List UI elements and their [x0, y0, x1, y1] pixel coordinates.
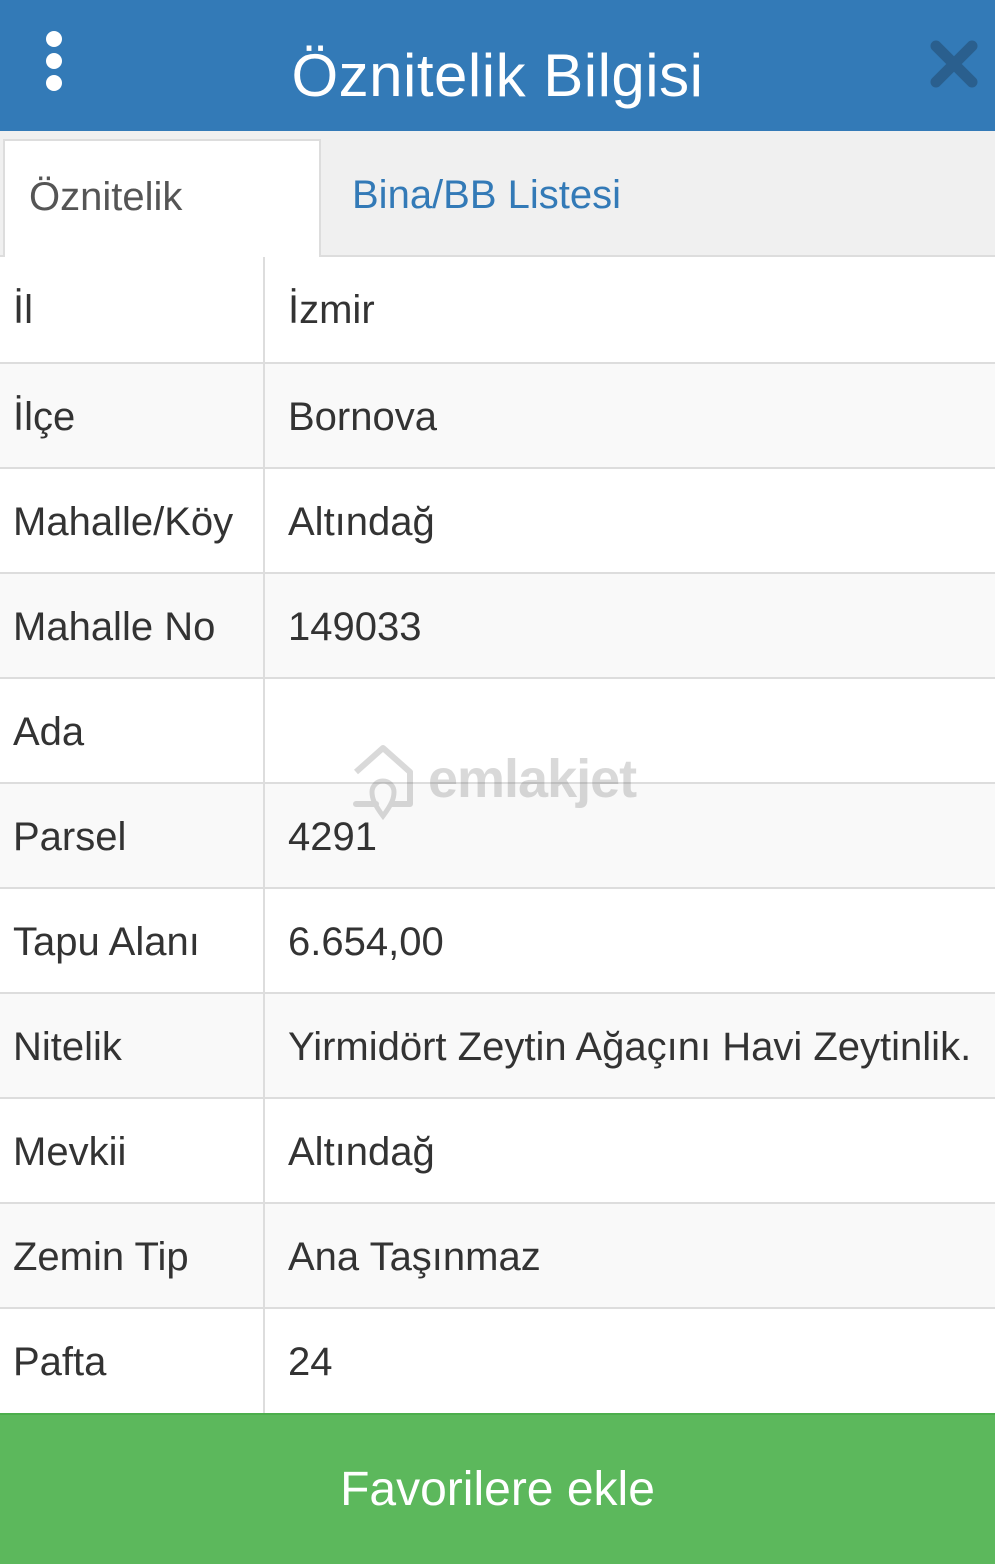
- close-icon[interactable]: [928, 38, 980, 90]
- row-label: İlçe: [13, 395, 76, 439]
- row-label: Nitelik: [13, 1025, 122, 1069]
- row-label: Mahalle/Köy: [13, 500, 234, 544]
- column-divider: [263, 469, 265, 574]
- table-row: Pafta 24: [0, 1307, 995, 1414]
- row-value: İzmir: [288, 288, 375, 332]
- row-value: Altındağ: [288, 1130, 435, 1174]
- column-divider: [263, 257, 265, 362]
- table-row: Parsel 4291: [0, 782, 995, 889]
- table-row: Ada: [0, 677, 995, 784]
- table-row: İlçe Bornova: [0, 362, 995, 469]
- row-label: Parsel: [13, 815, 127, 859]
- row-value: Ana Taşınmaz: [288, 1235, 541, 1279]
- row-value: 149033: [288, 605, 422, 649]
- column-divider: [263, 1099, 265, 1204]
- row-label: Pafta: [13, 1340, 107, 1384]
- tab-bina-bb-listesi[interactable]: Bina/BB Listesi: [328, 139, 645, 259]
- table-row: Zemin Tip Ana Taşınmaz: [0, 1202, 995, 1309]
- column-divider: [263, 889, 265, 994]
- row-value: 6.654,00: [288, 920, 444, 964]
- header-bar: Öznitelik Bilgisi: [0, 0, 995, 131]
- column-divider: [263, 784, 265, 889]
- table-row: Mahalle/Köy Altındağ: [0, 467, 995, 574]
- row-value: Yirmidört Zeytin Ağaçını Havi Zeytinlik.: [288, 1025, 972, 1069]
- column-divider: [263, 679, 265, 784]
- tab-oznitelik-bilgisi[interactable]: Öznitelik Bilgisi: [3, 139, 321, 331]
- row-label: Mahalle No: [13, 605, 216, 649]
- column-divider: [263, 574, 265, 679]
- row-label: Zemin Tip: [13, 1235, 189, 1279]
- row-label: Mevkii: [13, 1130, 127, 1174]
- row-label: İl: [13, 288, 33, 332]
- row-value: Altındağ: [288, 500, 435, 544]
- column-divider: [263, 364, 265, 469]
- row-value: 24: [288, 1340, 333, 1384]
- column-divider: [263, 1309, 265, 1414]
- row-label: Tapu Alanı: [13, 920, 200, 964]
- table-row: Mevkii Altındağ: [0, 1097, 995, 1204]
- table-row: İl İzmir: [0, 257, 995, 362]
- add-to-favorites-button[interactable]: Favorilere ekle: [0, 1413, 995, 1564]
- row-value: Bornova: [288, 395, 437, 439]
- tab-bar: Öznitelik Bilgisi Bina/BB Listesi: [0, 131, 995, 331]
- row-label: Ada: [13, 710, 85, 754]
- table-row: Tapu Alanı 6.654,00: [0, 887, 995, 994]
- attribute-table: İl İzmir İlçe Bornova Mahalle/Köy Altınd…: [0, 257, 995, 1414]
- row-value: 4291: [288, 815, 377, 859]
- column-divider: [263, 1204, 265, 1309]
- table-row: Nitelik Yirmidört Zeytin Ağaçını Havi Ze…: [0, 992, 995, 1099]
- column-divider: [263, 994, 265, 1099]
- page-title: Öznitelik Bilgisi: [291, 42, 704, 109]
- table-row: Mahalle No 149033: [0, 572, 995, 679]
